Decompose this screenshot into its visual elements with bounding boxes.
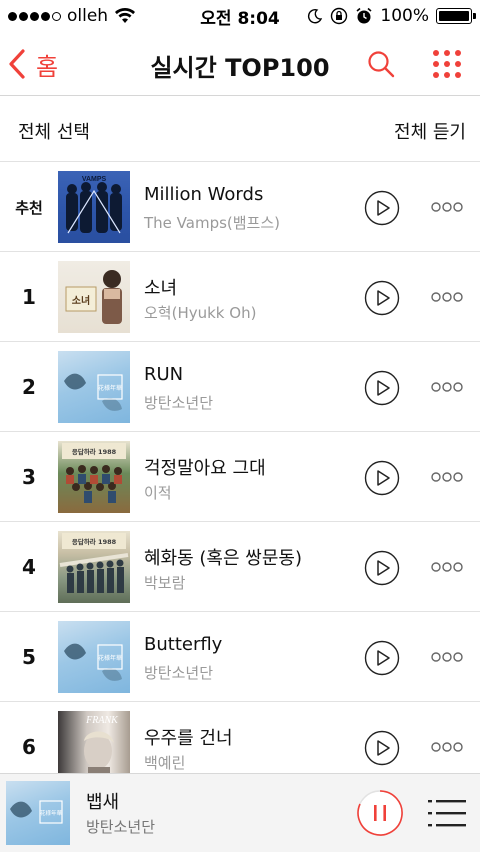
album-art-image: 소녀: [65, 270, 122, 324]
play-all-button[interactable]: 전체 듣기: [394, 118, 466, 144]
album-art-label: 소녀: [72, 294, 90, 307]
album-art-label: 응답하라 1988: [72, 537, 117, 546]
list-item[interactable]: 6 FRANK 우주를 건너 백예린: [0, 702, 480, 773]
search-icon[interactable]: [366, 49, 396, 79]
back-to-home-button[interactable]: 홈: [8, 46, 58, 82]
song-title: 혜화동 (혹은 쌍문동): [144, 548, 302, 569]
album-art-image: 응답하라 1988: [62, 443, 126, 503]
more-options-icon[interactable]: [430, 196, 464, 218]
list-item[interactable]: 추천 VAMPS Million Words The Vamps(뱀프스): [0, 162, 480, 252]
album-art[interactable]: 花様年華: [58, 621, 130, 693]
list-item[interactable]: 2 花様年華 RUN 방탄소년단: [0, 342, 480, 432]
rank-label: 2: [22, 375, 36, 399]
album-art-label: 花様年華: [98, 384, 122, 392]
list-item[interactable]: 3 응답하라 1988 걱정말아요 그대 이적: [0, 432, 480, 522]
album-art-label: 응답하라 1988: [72, 447, 117, 456]
list-item[interactable]: 4 응답하라 1988 혜화동 (혹은 쌍문동) 박보람: [0, 522, 480, 612]
play-icon[interactable]: [364, 730, 400, 766]
album-art-image: VAMPS: [66, 176, 122, 234]
back-label: 홈: [36, 52, 59, 81]
play-icon[interactable]: [364, 550, 400, 586]
artist-name: 백예린: [144, 754, 186, 772]
battery-icon: [436, 8, 476, 24]
album-art[interactable]: 응답하라 1988: [58, 441, 130, 513]
play-icon[interactable]: [364, 460, 400, 496]
now-playing-title: 뱁새: [86, 792, 120, 813]
album-art[interactable]: FRANK: [58, 711, 130, 773]
navigation-bar: 홈 실시간 TOP100: [0, 32, 480, 96]
album-art-logo: VAMPS: [82, 176, 107, 183]
more-options-icon[interactable]: [430, 556, 464, 578]
play-icon[interactable]: [364, 370, 400, 406]
more-options-icon[interactable]: [430, 376, 464, 398]
chart-list: 추천 VAMPS Million Words The Vamps(뱀프스) 1 …: [0, 162, 480, 773]
artist-name: The Vamps(뱀프스): [144, 214, 281, 232]
artist-name: 이적: [144, 484, 172, 502]
album-art-image: 응답하라 1988: [59, 533, 129, 593]
artist-name: 오혁(Hyukk Oh): [144, 304, 257, 322]
album-art-image: 花様年華: [64, 373, 123, 411]
more-options-icon[interactable]: [430, 646, 464, 668]
album-art-label: 花様年華: [98, 654, 122, 662]
album-art[interactable]: 응답하라 1988: [58, 531, 130, 603]
album-art-image: 花様年華: [10, 800, 63, 824]
song-title: 걱정말아요 그대: [144, 458, 266, 479]
moon-icon: [308, 9, 323, 24]
album-art-image: FRANK: [84, 715, 119, 773]
album-art-label: FRANK: [85, 715, 119, 726]
page-title: 실시간 TOP100: [150, 54, 330, 82]
rank-label: 추천: [15, 198, 43, 217]
play-icon[interactable]: [364, 640, 400, 676]
battery-percent: 100%: [380, 6, 429, 26]
battery-level: [439, 11, 469, 21]
select-all-button[interactable]: 전체 선택: [18, 118, 90, 144]
song-title: Butterfly: [144, 634, 223, 655]
rank-label: 4: [22, 555, 36, 579]
rank-label: 6: [22, 735, 36, 759]
more-options-icon[interactable]: [430, 466, 464, 488]
artist-name: 방탄소년단: [144, 664, 214, 682]
song-title: 우주를 건너: [144, 728, 233, 749]
list-item[interactable]: 1 소녀 소녀 오혁(Hyukk Oh): [0, 252, 480, 342]
chevron-left-icon: [9, 49, 25, 79]
carrier-name: olleh: [67, 6, 109, 26]
rank-label: 3: [22, 465, 36, 489]
rotation-lock-icon: [331, 7, 348, 25]
play-icon[interactable]: [364, 280, 400, 316]
album-art[interactable]: 花様年華: [58, 351, 130, 423]
album-art-label: 花様年華: [40, 809, 63, 817]
more-options-icon[interactable]: [430, 286, 464, 308]
artist-name: 박보람: [144, 574, 186, 592]
play-icon[interactable]: [364, 190, 400, 226]
album-art[interactable]: VAMPS: [58, 171, 130, 243]
rank-label: 1: [22, 285, 36, 309]
list-item[interactable]: 5 花様年華 Butterfly 방탄소년단: [0, 612, 480, 702]
status-bar: olleh 오전 8:04 100%: [0, 0, 480, 32]
now-playing-album-art[interactable]: 花様年華: [6, 781, 70, 845]
artist-name: 방탄소년단: [144, 394, 214, 412]
wifi-icon: [115, 8, 136, 23]
song-title: Million Words: [144, 184, 264, 205]
song-title: 소녀: [144, 278, 178, 299]
mini-player[interactable]: 花様年華 뱁새 방탄소년단: [0, 773, 480, 852]
selection-bar: 전체 선택 전체 듣기: [0, 97, 480, 162]
album-art[interactable]: 소녀: [58, 261, 130, 333]
signal-strength-icon: [8, 11, 61, 21]
alarm-icon: [356, 7, 372, 24]
rank-label: 5: [22, 645, 36, 669]
song-title: RUN: [144, 364, 184, 385]
playlist-icon[interactable]: [428, 796, 466, 830]
more-options-icon[interactable]: [430, 736, 464, 758]
pause-icon[interactable]: [356, 789, 404, 837]
album-art-image: 花様年華: [64, 643, 123, 681]
now-playing-artist: 방탄소년단: [86, 818, 156, 836]
menu-grid-icon[interactable]: [432, 49, 462, 79]
